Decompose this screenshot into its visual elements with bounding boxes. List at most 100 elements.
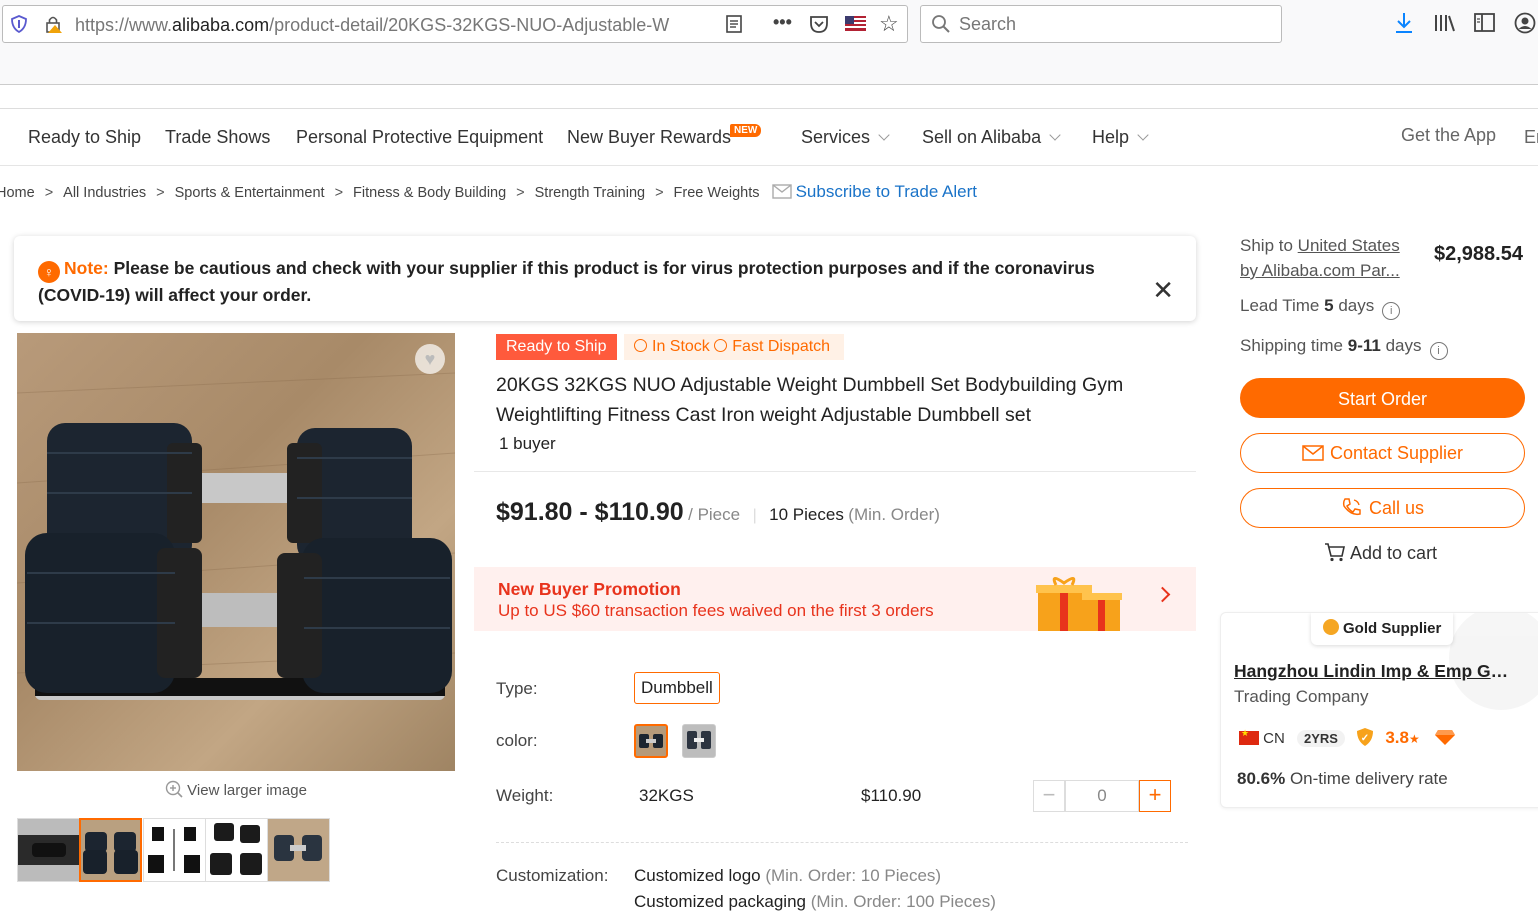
covid-note-banner: ♀ Note: Please be cautious and check with…: [14, 236, 1196, 321]
reader-view-icon[interactable]: [725, 15, 743, 33]
min-order-label: (Min. Order): [848, 505, 940, 524]
years-badge: 2YRS: [1297, 730, 1345, 747]
quantity-stepper: − +: [1033, 780, 1171, 812]
more-actions-icon[interactable]: •••: [773, 12, 792, 33]
supplier-country: CN: [1263, 730, 1285, 747]
new-buyer-promotion-banner[interactable]: New Buyer Promotion Up to US $60 transac…: [474, 567, 1196, 631]
type-option-dumbbell[interactable]: Dumbbell: [634, 672, 720, 704]
pocket-icon[interactable]: [809, 15, 829, 33]
nav-ready-to-ship[interactable]: Ready to Ship: [28, 127, 141, 148]
crumb-all-industries[interactable]: All Industries: [63, 185, 146, 201]
product-main-image[interactable]: [17, 333, 455, 771]
url-text[interactable]: https://www.alibaba.com/product-detail/2…: [75, 15, 715, 36]
thumbnail-3[interactable]: [143, 818, 206, 882]
nav-trade-shows[interactable]: Trade Shows: [165, 127, 270, 148]
sidebar-toggle-icon[interactable]: [1474, 13, 1496, 33]
breadcrumb: Home > All Industries > Sports & Entertainme…: [0, 181, 977, 202]
contact-supplier-button[interactable]: Contact Supplier: [1240, 433, 1525, 473]
info-icon[interactable]: i: [1429, 342, 1448, 360]
favorite-heart-icon[interactable]: ♥: [415, 344, 445, 374]
crumb-strength[interactable]: Strength Training: [535, 185, 645, 201]
new-badge: NEW: [730, 124, 762, 137]
increment-button[interactable]: +: [1139, 780, 1171, 812]
shipping-time-unit: days: [1385, 336, 1422, 355]
color-swatch-image: [639, 734, 663, 748]
thumbnail-2[interactable]: [79, 818, 142, 882]
gift-box-icon: [1036, 577, 1122, 631]
shipping-time: Shipping time 9-11 days i: [1240, 336, 1448, 360]
nav-help-label: Help: [1092, 127, 1130, 147]
nav-services-label: Services: [801, 127, 871, 147]
thumbnail-image: [274, 835, 322, 861]
lock-warning-icon[interactable]: [43, 14, 63, 34]
search-input[interactable]: Search: [959, 14, 1016, 35]
nav-help[interactable]: Help: [1092, 127, 1149, 148]
lead-time-unit: days: [1338, 296, 1375, 315]
envelope-icon: [1302, 445, 1324, 461]
svg-text:✓: ✓: [1361, 733, 1369, 744]
crumb-sports[interactable]: Sports & Entertainment: [175, 185, 325, 201]
view-larger-image-link[interactable]: View larger image: [165, 780, 307, 799]
subscribe-trade-alert-link[interactable]: Subscribe to Trade Alert: [796, 182, 977, 201]
nav-new-buyer-rewards[interactable]: New Buyer Rewards: [567, 127, 731, 148]
thumbnail-1[interactable]: [17, 818, 80, 882]
chevron-down-icon: [878, 129, 890, 141]
ship-via-link[interactable]: by Alibaba.com Par...: [1240, 261, 1400, 280]
nav-sell-on-alibaba[interactable]: Sell on Alibaba: [922, 127, 1061, 148]
call-us-label: Call us: [1368, 498, 1425, 518]
delivery-rate: 80.6%: [1237, 769, 1286, 788]
start-order-button[interactable]: Start Order: [1240, 378, 1525, 418]
price-range: $91.80 - $110.90: [496, 498, 684, 526]
get-the-app-link[interactable]: Get the App: [1401, 125, 1496, 146]
ship-country-link[interactable]: United States: [1298, 236, 1400, 255]
crumb-fitness[interactable]: Fitness & Body Building: [353, 185, 506, 201]
separator: |: [752, 507, 757, 524]
custom-logo-label: Customized logo: [634, 866, 761, 885]
supplier-meta: CN 2YRS ✓ 3.8★: [1239, 727, 1456, 748]
library-icon[interactable]: [1434, 13, 1456, 33]
color-option-2[interactable]: [682, 724, 716, 758]
clock-icon: [634, 339, 647, 352]
thumbnail-4[interactable]: [205, 818, 268, 882]
call-us-button[interactable]: Call us: [1240, 488, 1525, 528]
bookmark-star-icon[interactable]: ☆: [879, 11, 899, 37]
language-link[interactable]: En: [1524, 127, 1538, 148]
account-icon[interactable]: [1514, 12, 1536, 34]
type-label: Type:: [496, 679, 538, 698]
chevron-down-icon: [1049, 129, 1061, 141]
quantity-input[interactable]: [1065, 780, 1139, 812]
supplier-type: Trading Company: [1234, 687, 1369, 706]
lightbulb-icon: ♀: [38, 261, 60, 283]
in-stock-label: In Stock: [652, 338, 710, 355]
close-icon[interactable]: ✕: [1152, 277, 1174, 303]
nav-ppe[interactable]: Personal Protective Equipment: [296, 127, 543, 148]
shipping-time-label: Shipping time: [1240, 336, 1344, 355]
url-bar[interactable]: https://www.alibaba.com/product-detail/2…: [2, 5, 908, 43]
thumbnail-5[interactable]: [267, 818, 330, 882]
china-flag-icon: [1239, 728, 1259, 745]
color-option-1[interactable]: [634, 724, 668, 758]
search-icon: [932, 15, 950, 33]
crumb-home[interactable]: Home: [0, 185, 35, 201]
shield-icon: [11, 15, 27, 33]
product-title: 20KGS 32KGS NUO Adjustable Weight Dumbbe…: [496, 374, 1124, 426]
custom-packaging-label: Customized packaging: [634, 892, 806, 911]
ship-to: Ship to United States by Alibaba.com Par…: [1240, 233, 1400, 283]
supplier-card: Gold Supplier Hangzhou Lindin Imp & Emp …: [1220, 612, 1538, 808]
divider: [496, 842, 1188, 843]
price-unit: / Piece: [688, 505, 741, 524]
nav-services[interactable]: Services: [801, 127, 890, 148]
search-bar[interactable]: Search: [920, 5, 1282, 43]
crumb-free-weights[interactable]: Free Weights: [674, 185, 760, 201]
add-to-cart-button[interactable]: Add to cart: [1324, 542, 1437, 564]
download-icon[interactable]: [1394, 12, 1414, 34]
supplier-name-link[interactable]: Hangzhou Lindin Imp & Emp Gro...: [1234, 661, 1514, 682]
decrement-button[interactable]: −: [1033, 780, 1065, 812]
customization-label: Customization:: [496, 866, 609, 885]
thumbnail-image: [148, 827, 200, 873]
nav-sell-label: Sell on Alibaba: [922, 127, 1042, 147]
chevron-down-icon: [1137, 129, 1149, 141]
info-icon[interactable]: i: [1382, 302, 1401, 320]
custom-logo-min: (Min. Order: 10 Pieces): [765, 866, 942, 885]
us-flag-icon[interactable]: [845, 16, 866, 31]
